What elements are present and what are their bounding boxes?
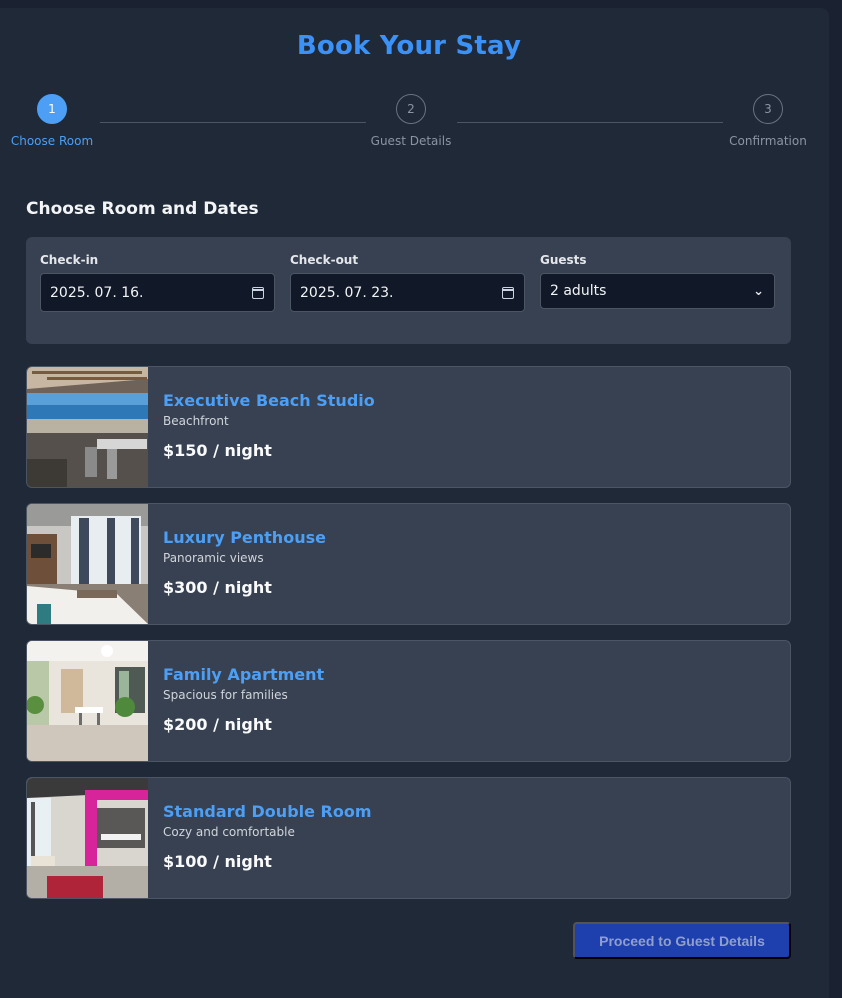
checkout-group: Check-out 2025. 07. 23.	[290, 253, 525, 312]
room-description: Spacious for families	[163, 688, 288, 702]
step-number: 3	[753, 94, 783, 124]
proceed-button[interactable]: Proceed to Guest Details	[573, 922, 791, 959]
room-price: $200 / night	[163, 715, 272, 734]
room-name: Luxury Penthouse	[163, 528, 326, 547]
checkout-input[interactable]: 2025. 07. 23.	[290, 273, 525, 312]
guests-label: Guests	[540, 253, 587, 267]
room-price: $100 / night	[163, 852, 272, 871]
calendar-icon[interactable]	[252, 286, 264, 299]
room-name: Standard Double Room	[163, 802, 372, 821]
room-card-executive-beach-studio[interactable]: Executive Beach Studio Beachfront $150 /…	[26, 366, 791, 488]
step-number: 1	[37, 94, 67, 124]
step-connector	[457, 122, 723, 123]
checkin-value: 2025. 07. 16.	[50, 284, 144, 301]
step-choose-room: 1 Choose Room	[0, 94, 107, 148]
section-title: Choose Room and Dates	[26, 199, 259, 219]
guests-value: 2 adults	[550, 283, 607, 299]
checkin-input[interactable]: 2025. 07. 16.	[40, 273, 275, 312]
page-title: Book Your Stay	[296, 31, 522, 61]
guests-group: Guests 2 adults ⌄	[540, 253, 775, 309]
room-name: Executive Beach Studio	[163, 391, 375, 410]
room-card-family-apartment[interactable]: Family Apartment Spacious for families $…	[26, 640, 791, 762]
step-label: Confirmation	[729, 134, 807, 148]
room-photo	[27, 504, 148, 624]
room-description: Cozy and comfortable	[163, 825, 295, 839]
step-number: 2	[396, 94, 426, 124]
step-confirmation: 3 Confirmation	[713, 94, 823, 148]
room-description: Beachfront	[163, 414, 229, 428]
room-card-luxury-penthouse[interactable]: Luxury Penthouse Panoramic views $300 / …	[26, 503, 791, 625]
checkout-label: Check-out	[290, 253, 359, 267]
step-label: Choose Room	[10, 134, 94, 148]
checkout-value: 2025. 07. 23.	[300, 284, 394, 301]
room-description: Panoramic views	[163, 551, 264, 565]
room-card-standard-double-room[interactable]: Standard Double Room Cozy and comfortabl…	[26, 777, 791, 899]
checkin-label: Check-in	[40, 253, 99, 267]
checkin-group: Check-in 2025. 07. 16.	[40, 253, 275, 312]
room-photo	[27, 778, 148, 898]
step-guest-details: 2 Guest Details	[356, 94, 466, 148]
calendar-icon[interactable]	[502, 286, 514, 299]
room-photo	[27, 641, 148, 761]
date-guest-panel: Check-in 2025. 07. 16. Check-out 2025. 0…	[26, 237, 791, 344]
step-label: Guest Details	[370, 134, 452, 148]
room-photo	[27, 367, 148, 487]
step-connector	[100, 122, 366, 123]
room-name: Family Apartment	[163, 665, 325, 684]
room-price: $300 / night	[163, 578, 272, 597]
guests-select[interactable]: 2 adults ⌄	[540, 273, 775, 309]
room-price: $150 / night	[163, 441, 272, 460]
chevron-down-icon: ⌄	[753, 283, 764, 299]
